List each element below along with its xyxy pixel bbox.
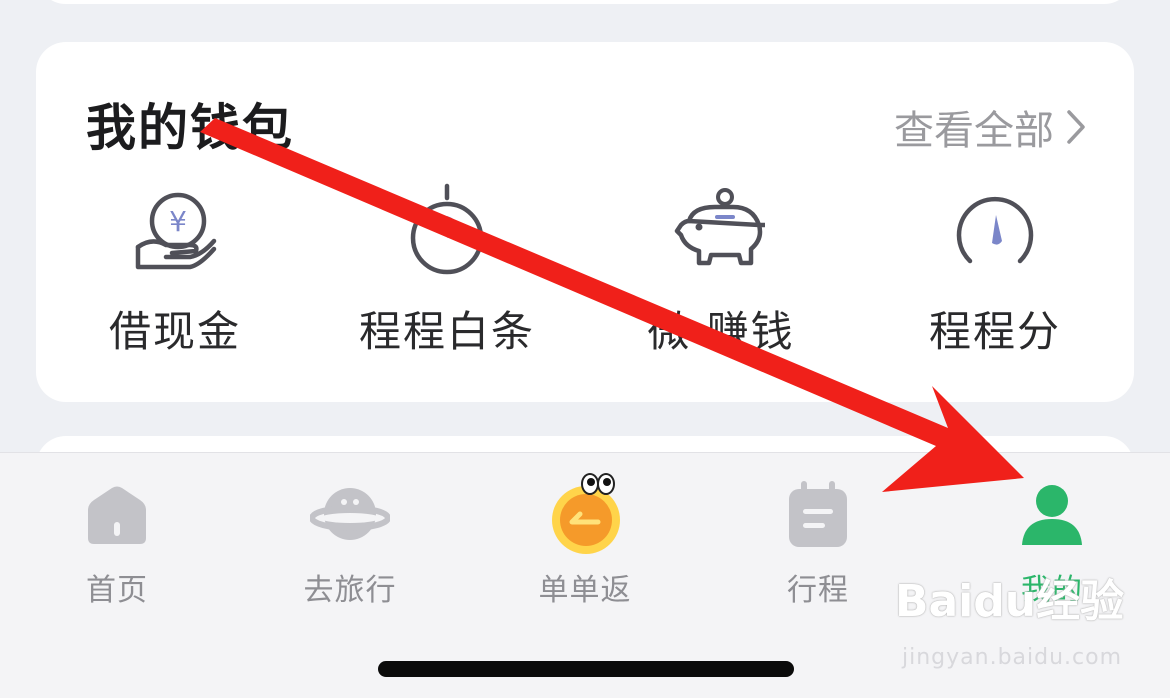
timer-icon <box>410 183 484 275</box>
home-indicator <box>378 661 794 677</box>
wallet-item-cash-loan[interactable]: ¥ 借现金 <box>50 182 300 359</box>
wallet-title: 我的钱包 <box>86 99 294 157</box>
wallet-item-label: 程程分 <box>928 307 1061 356</box>
svg-text:¥: ¥ <box>169 205 187 238</box>
planet-icon <box>310 488 390 540</box>
wallet-item-label: 微·赚钱 <box>647 307 795 356</box>
wallet-item-earn-money[interactable]: 微·赚钱 <box>596 182 846 359</box>
wallet-item-label: 程程白条 <box>358 307 535 356</box>
tab-label: 行程 <box>787 573 849 608</box>
piggy-bank-icon <box>674 188 765 266</box>
calendar-icon <box>789 481 847 547</box>
wallet-item-baitiao[interactable]: 程程白条 <box>322 182 572 359</box>
tab-cashback[interactable]: 单单返 <box>485 465 685 609</box>
view-all-link[interactable]: 查看全部 <box>894 98 1086 156</box>
wallet-item-label: 借现金 <box>108 307 241 356</box>
tab-home[interactable]: 首页 <box>17 465 217 609</box>
speedometer-icon <box>956 196 1034 264</box>
top-card-remnant <box>36 0 1134 4</box>
cashback-coin-icon <box>552 473 620 554</box>
person-icon <box>1022 485 1082 545</box>
view-all-label: 查看全部 <box>894 108 1054 154</box>
tab-label: 去旅行 <box>303 573 397 608</box>
wallet-card: 我的钱包 查看全部 ¥ 借现金 程程白条 微·赚钱 程程分 <box>36 42 1134 402</box>
baidu-watermark: Baidu经验 <box>895 576 1125 627</box>
wallet-item-chengcheng-score[interactable]: 程程分 <box>870 182 1120 359</box>
home-icon <box>88 486 146 544</box>
tab-itinerary[interactable]: 行程 <box>718 465 918 609</box>
tab-label: 首页 <box>86 573 148 608</box>
yuan-hand-icon: ¥ <box>135 192 217 270</box>
chevron-right-icon <box>1067 110 1085 144</box>
tab-travel[interactable]: 去旅行 <box>250 465 450 609</box>
tab-label: 单单返 <box>538 573 632 608</box>
baidu-watermark-url: jingyan.baidu.com <box>902 645 1123 670</box>
